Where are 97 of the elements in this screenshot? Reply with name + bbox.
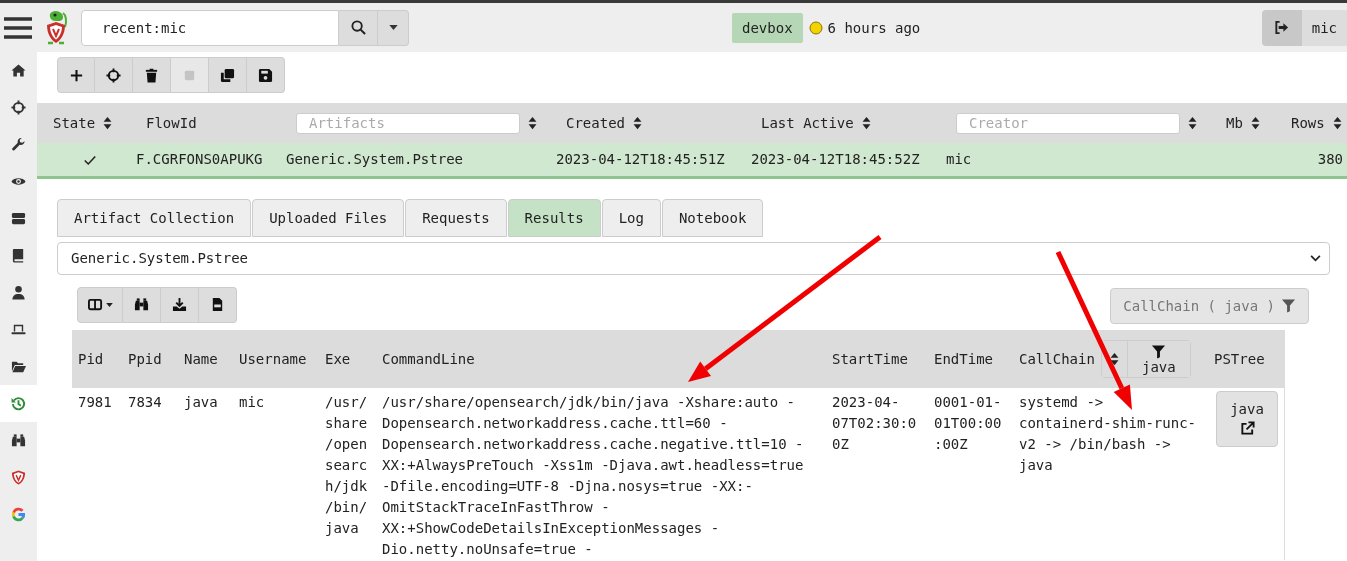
tab[interactable]: Notebook [661, 198, 764, 237]
sort-icon[interactable] [633, 116, 642, 130]
table-cell: 380 [1317, 151, 1343, 168]
toolbar-button[interactable] [199, 286, 237, 323]
table-cell-text: 7981 [78, 392, 113, 412]
tab[interactable]: Requests [405, 198, 507, 237]
table-cell: Generic.System.Pstree [286, 151, 463, 168]
column-header: EndTime [934, 350, 993, 367]
sort-icon[interactable] [861, 116, 871, 130]
tab[interactable]: Uploaded Files [252, 198, 405, 237]
book-icon [11, 248, 26, 263]
column-header: CommandLine [382, 350, 475, 367]
toolbar-button[interactable] [161, 286, 199, 323]
csv-file-icon [210, 297, 225, 312]
tab[interactable]: Log [601, 198, 661, 237]
home-icon [11, 63, 26, 78]
org-badge[interactable]: devbox [732, 12, 803, 43]
filter-button[interactable]: CallChain ( java ) [1110, 287, 1309, 324]
column-header: Rows [1291, 115, 1325, 131]
binoculars-icon [134, 297, 149, 312]
artifact-select[interactable]: Generic.System.Pstree [57, 241, 1330, 275]
laptop-icon [11, 322, 26, 337]
pstree-button[interactable]: java [1216, 390, 1278, 447]
crosshair-icon [11, 100, 26, 115]
external-link-icon [1239, 421, 1255, 436]
table-cell-text: mic [239, 392, 266, 412]
table-cell: 2023-04-12T18:45:51Z [556, 151, 725, 168]
funnel-icon [1281, 298, 1296, 313]
sort-icon[interactable] [1332, 116, 1342, 130]
sort-icon[interactable] [1250, 116, 1260, 130]
table-cell: 2023-04-12T18:45:52Z [751, 151, 920, 168]
user-button[interactable]: mic [1301, 9, 1347, 46]
search-button[interactable] [339, 9, 378, 46]
sort-icon[interactable] [1188, 116, 1197, 130]
search-icon [350, 20, 366, 35]
funnel-icon [1151, 343, 1167, 359]
table-cell-text: 0001-01-01T00:00:00Z [934, 392, 1002, 454]
column-header: Last Active [761, 115, 854, 131]
column-header: CallChain [1019, 350, 1095, 367]
toolbar-button[interactable] [123, 286, 161, 323]
column-header: Exe [325, 350, 351, 367]
folder-icon [11, 359, 26, 374]
table-cell-text: /usr/share/opensearch/jdk/bin/java [325, 392, 369, 538]
download-icon [172, 297, 187, 312]
toolbar-button[interactable] [247, 57, 285, 93]
table-cell-text: 7834 [128, 392, 163, 412]
toolbar-button[interactable] [77, 286, 123, 323]
status-dot-icon [808, 20, 823, 35]
sort-icon[interactable] [528, 116, 537, 130]
chevron-icon [1310, 254, 1321, 262]
column-header: Ppid [128, 350, 162, 367]
shield-icon [11, 470, 26, 485]
tab[interactable]: Artifact Collection [57, 198, 252, 237]
history-icon [11, 396, 26, 411]
google-icon [11, 507, 26, 522]
user-icon [11, 285, 26, 300]
plus-icon [68, 67, 84, 83]
toolbar-button[interactable] [209, 57, 247, 93]
toolbar-button[interactable] [133, 57, 171, 93]
column-header: PSTree [1214, 350, 1265, 367]
sort-icon [1109, 351, 1119, 366]
copy-icon [220, 67, 235, 83]
table-cell-text: /usr/share/opensearch/jdk/bin/java -Xshare:auto -Dopensearch.networkaddress.cache.ttl=60 -Dopensearch.networkaddress.cache.negative.ttl=10 -XX:+AlwaysPreTouch -Xss1m -Djava.awt.headless=true -Dfile.encoding=UTF-8 -Djna.nosys=true -XX:-OmitStackTraceInFastThrow -XX:+ShowCodeDetailsInExceptionMessages -Dio.netty.noUnsafe=true - [382, 392, 804, 559]
logout-icon [1274, 20, 1290, 35]
caret-icon [105, 302, 113, 307]
wrench-icon [11, 137, 26, 152]
last-seen-text: 6 hours ago [827, 19, 921, 36]
flow-row[interactable]: F.CGRFONS0APUKG Generic.System.Pstree 2023-04-12T18:45:51Z 2023-04-12T18:45:52Z mic 380 [37, 143, 1347, 177]
save-icon [258, 67, 273, 83]
menu-icon[interactable] [4, 16, 32, 39]
column-header: Created [566, 115, 625, 131]
table-cell-text: java [184, 392, 219, 412]
toolbar-button[interactable] [95, 57, 133, 93]
search-field[interactable]: recent:mic [81, 9, 339, 46]
filter-field[interactable]: Creator [956, 112, 1180, 134]
server-icon [11, 211, 26, 226]
column-header: Username [239, 350, 307, 367]
table-cell: mic [946, 151, 972, 168]
sort-icon[interactable] [103, 116, 113, 130]
tab[interactable]: Results [507, 198, 601, 237]
binoculars-icon [11, 433, 26, 448]
logout-button[interactable] [1261, 9, 1302, 46]
caret-icon [388, 25, 398, 30]
column-header: FlowId [146, 115, 197, 131]
lizard-shield-icon[interactable] [44, 9, 68, 46]
table-cell-text: 2023-04-07T02:30:00Z [832, 392, 917, 454]
columns-icon [87, 297, 103, 312]
column-header: Name [184, 350, 218, 367]
column-header: StartTime [832, 350, 908, 367]
table-cell-text: systemd -> containerd-shim-runc-v2 -> /bin/bash -> java [1019, 392, 1196, 475]
trash-icon [144, 67, 159, 83]
filter-field[interactable]: Artifacts [296, 112, 520, 134]
column-header: Pid [78, 350, 104, 367]
table-cell: F.CGRFONS0APUKG [136, 151, 263, 168]
column-header: Mb [1226, 115, 1243, 131]
column-header: State [53, 115, 96, 131]
crosshair-icon [106, 67, 121, 83]
